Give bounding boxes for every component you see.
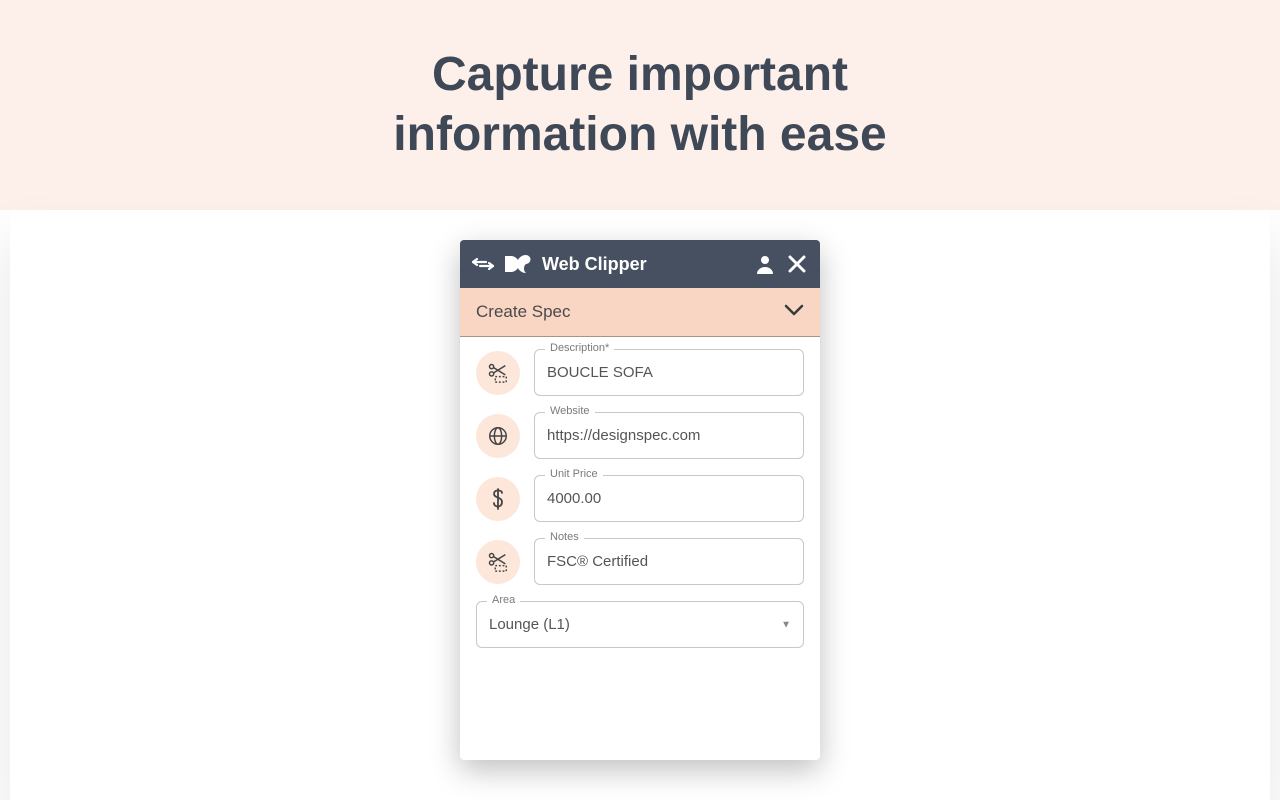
widget-title: Web Clipper bbox=[542, 254, 647, 275]
clip-icon[interactable] bbox=[476, 351, 520, 395]
notes-field-wrap: Notes bbox=[534, 538, 804, 585]
description-label: Description* bbox=[545, 342, 614, 354]
description-input[interactable] bbox=[535, 350, 803, 395]
headline-line-1: Capture important bbox=[432, 48, 848, 101]
unit-price-field-wrap: Unit Price bbox=[534, 475, 804, 522]
hero-banner: Capture important information with ease bbox=[0, 0, 1280, 210]
hero-headline: Capture important information with ease bbox=[393, 45, 886, 165]
row-notes: Notes bbox=[476, 538, 804, 585]
app-logo bbox=[504, 254, 532, 274]
clip-icon-2[interactable] bbox=[476, 540, 520, 584]
widget-header: Web Clipper bbox=[460, 240, 820, 288]
notes-label: Notes bbox=[545, 531, 584, 543]
section-title: Create Spec bbox=[476, 302, 571, 322]
area-value[interactable] bbox=[477, 602, 803, 647]
web-clipper-widget: Web Clipper Create Spec bbox=[460, 240, 820, 760]
headline-line-2: information with ease bbox=[393, 108, 886, 161]
area-select[interactable]: Area ▼ bbox=[476, 601, 804, 648]
area-label: Area bbox=[487, 594, 520, 606]
section-selector[interactable]: Create Spec bbox=[460, 288, 820, 337]
swap-icon[interactable] bbox=[472, 253, 494, 275]
unit-price-input[interactable] bbox=[535, 476, 803, 521]
close-icon[interactable] bbox=[786, 253, 808, 275]
globe-icon[interactable] bbox=[476, 414, 520, 458]
description-field-wrap: Description* bbox=[534, 349, 804, 396]
form-area: Description* Website bbox=[460, 337, 820, 664]
website-input[interactable] bbox=[535, 413, 803, 458]
website-label: Website bbox=[545, 405, 595, 417]
row-website: Website bbox=[476, 412, 804, 459]
website-field-wrap: Website bbox=[534, 412, 804, 459]
dropdown-caret-icon: ▼ bbox=[781, 619, 791, 630]
dollar-icon[interactable] bbox=[476, 477, 520, 521]
user-icon[interactable] bbox=[754, 253, 776, 275]
row-unit-price: Unit Price bbox=[476, 475, 804, 522]
unit-price-label: Unit Price bbox=[545, 468, 603, 480]
stage: Web Clipper Create Spec bbox=[10, 210, 1270, 800]
chevron-down-icon bbox=[784, 303, 804, 321]
row-description: Description* bbox=[476, 349, 804, 396]
notes-input[interactable] bbox=[535, 539, 803, 584]
